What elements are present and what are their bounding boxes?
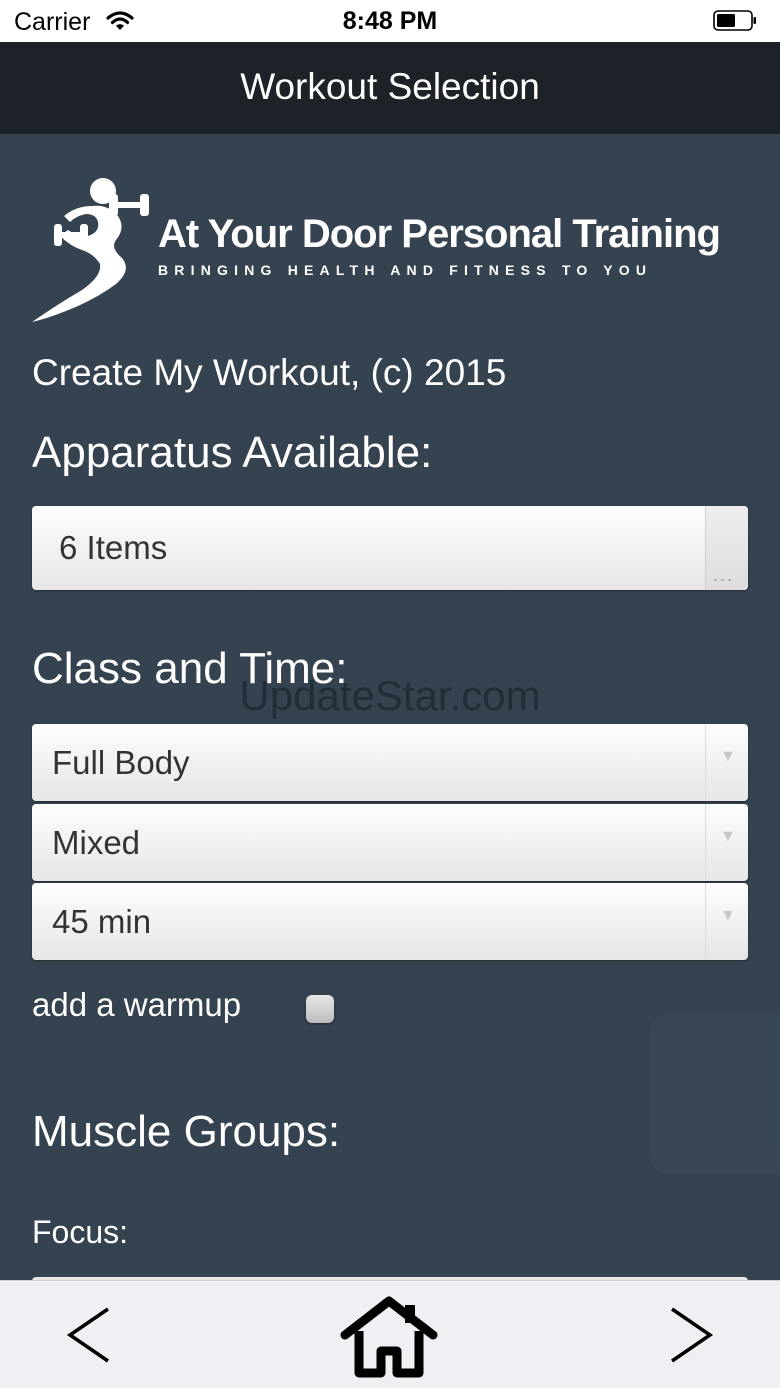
brand-name: At Your Door Personal Training <box>158 212 721 256</box>
warmup-label: add a warmup <box>32 986 242 1023</box>
chevron-down-icon: ▼ <box>720 907 736 924</box>
apparatus-select[interactable]: 6 Items ... <box>32 506 748 590</box>
style-select-arrow[interactable]: ▼ <box>705 804 748 881</box>
duration-select-arrow[interactable]: ▼ <box>705 883 748 960</box>
style-select-value: Mixed <box>52 823 141 861</box>
status-time: 8:48 PM <box>342 7 438 35</box>
muscle-groups-heading: Muscle Groups: <box>32 1107 341 1156</box>
ellipsis-icon: ... <box>713 565 735 585</box>
nav-bar: Workout Selection <box>0 42 780 134</box>
apparatus-heading: Apparatus Available: <box>32 428 433 477</box>
bottom-toolbar <box>0 1280 780 1388</box>
battery-icon <box>713 10 757 31</box>
page-title: Workout Selection <box>240 66 540 107</box>
forward-arrow-icon <box>671 1307 714 1363</box>
status-bar: Carrier 8:48 PM <box>0 0 780 42</box>
forward-button[interactable] <box>660 1305 720 1365</box>
class-select-value: Full Body <box>52 743 190 781</box>
duration-select[interactable]: 45 min ▼ <box>32 883 748 960</box>
home-icon <box>340 1296 438 1378</box>
background-decoration <box>650 1014 780 1174</box>
duration-select-value: 45 min <box>52 902 152 940</box>
focus-label: Focus: <box>32 1214 129 1250</box>
back-arrow-icon <box>66 1307 109 1363</box>
style-select[interactable]: Mixed ▼ <box>32 804 748 881</box>
apparatus-value: 6 Items <box>59 529 168 566</box>
class-and-time-heading: Class and Time: <box>32 644 348 693</box>
class-select[interactable]: Full Body ▼ <box>32 724 748 801</box>
chevron-down-icon: ▼ <box>720 828 736 845</box>
brand-logo: At Your Door Personal Training BRINGING … <box>30 176 760 322</box>
chevron-down-icon: ▼ <box>720 748 736 765</box>
runner-with-dumbbells-icon <box>32 178 149 322</box>
home-button[interactable] <box>339 1295 439 1379</box>
main-content[interactable]: UpdateStar.com At Your Door Personal Tra… <box>0 134 780 1280</box>
back-button[interactable] <box>60 1305 120 1365</box>
apparatus-more-button[interactable]: ... <box>705 506 748 590</box>
brand-tagline: BRINGING HEALTH AND FITNESS TO YOU <box>158 262 653 278</box>
app-subtitle: Create My Workout, (c) 2015 <box>32 352 507 393</box>
warmup-checkbox[interactable] <box>306 995 334 1023</box>
class-select-arrow[interactable]: ▼ <box>705 724 748 801</box>
